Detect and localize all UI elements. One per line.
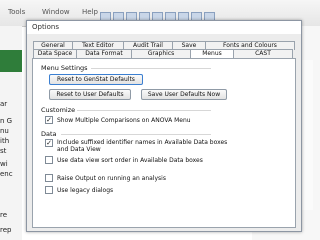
- left-text-fragment: st: [0, 147, 7, 155]
- left-text-fragment: n G: [0, 117, 13, 125]
- use-legacy-dialogs-checkbox[interactable]: [45, 186, 53, 194]
- include-suffixed-names-label: Include suffixed identifier names in Ava…: [57, 139, 228, 153]
- menu-window[interactable]: Window: [42, 8, 70, 18]
- save-user-defaults-button[interactable]: Save User Defaults Now: [141, 89, 227, 100]
- left-text-fragment: ith: [0, 137, 10, 145]
- show-multiple-comparisons-checkbox[interactable]: ✓: [45, 116, 53, 124]
- dialog-titlebar[interactable]: Options: [27, 21, 301, 34]
- raise-output-label: Raise Output on running an analysis: [57, 175, 166, 182]
- raise-output-checkbox[interactable]: [45, 174, 53, 182]
- left-text-fragment: nu: [0, 127, 9, 135]
- reset-user-defaults-button[interactable]: Reset to User Defaults: [49, 89, 131, 100]
- include-suffixed-names-checkbox[interactable]: ✓: [45, 139, 53, 147]
- tab-data-space[interactable]: Data Space: [33, 49, 77, 58]
- tab-data-format[interactable]: Data Format: [76, 49, 132, 58]
- left-text-fragment: enc: [0, 170, 13, 178]
- menu-help[interactable]: Help: [82, 8, 98, 18]
- use-legacy-dialogs-label: Use legacy dialogs: [57, 187, 114, 194]
- tab-graphics[interactable]: Graphics: [131, 49, 191, 58]
- left-text-fragment: ar: [0, 100, 8, 108]
- menus-panel: Menu Settings Reset to GenStat Defaults …: [32, 58, 296, 228]
- check-mark-icon: ✓: [46, 139, 52, 147]
- show-multiple-comparisons-label: Show Multiple Comparisons on ANOVA Menu: [57, 117, 191, 124]
- tab-menus[interactable]: Menus: [190, 49, 234, 58]
- menu-settings-label: Menu Settings: [41, 64, 88, 72]
- bottom-label: rep: [0, 226, 12, 234]
- group-divider: [91, 68, 211, 69]
- tab-cast[interactable]: CAST: [233, 49, 293, 58]
- menu-tools[interactable]: Tools: [8, 8, 25, 18]
- reset-genstat-defaults-button[interactable]: Reset to GenStat Defaults: [49, 74, 143, 85]
- options-dialog: Options General Text Editor Audit Trail …: [26, 20, 302, 232]
- left-banner-image: [0, 50, 22, 72]
- check-mark-icon: ✓: [46, 116, 52, 124]
- use-data-view-sort-label: Use data view sort order in Available Da…: [57, 157, 203, 164]
- left-text-fragment: wi: [0, 160, 8, 168]
- dialog-title: Options: [32, 23, 60, 31]
- customize-label: Customize: [41, 106, 76, 114]
- left-text-fragment: re: [0, 211, 8, 219]
- group-divider: [61, 134, 211, 135]
- data-label: Data: [41, 130, 57, 138]
- group-divider: [77, 110, 211, 111]
- use-data-view-sort-checkbox[interactable]: [45, 156, 53, 164]
- tab-row-2: Data Space Data Format Graphics Menus CA…: [33, 49, 295, 58]
